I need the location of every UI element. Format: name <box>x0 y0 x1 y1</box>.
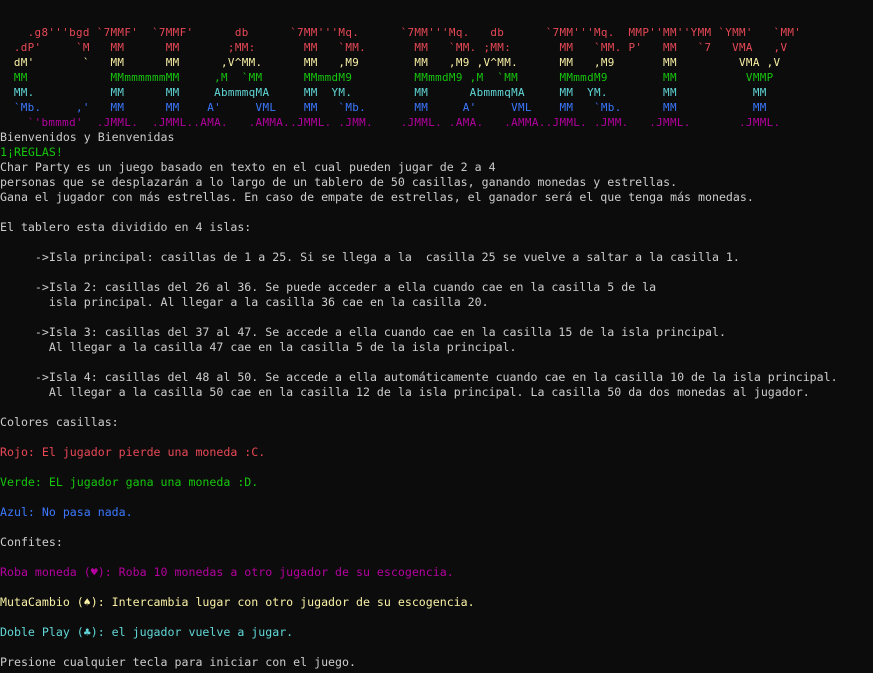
banner-line: `'bmmmd' .JMML. .JMML..AMA. .AMMA..JMML.… <box>0 116 781 129</box>
board-intro: El tablero esta dividido en 4 islas: <box>0 220 252 234</box>
rules-heading: 1¡REGLAS! <box>0 145 63 159</box>
island-line: ->Isla 2: casillas del 26 al 36. Se pued… <box>0 280 657 294</box>
colors-heading: Colores casillas: <box>0 415 119 429</box>
confites-heading: Confites: <box>0 535 63 549</box>
welcome-text: Bienvenidos y Bienvenidas <box>0 130 175 144</box>
tile-color-red: Rojo: El jugador pierde una moneda :C. <box>0 445 266 459</box>
banner-line: dM' ` MM MM ,V^MM. MM ,M9 MM ,M9 ,V^MM. … <box>0 56 781 69</box>
island-line: ->Isla 4: casillas del 48 al 50. Se acce… <box>0 370 838 384</box>
island-line: ->Isla principal: casillas de 1 a 25. Si… <box>0 250 740 264</box>
tile-color-blue: Azul: No pasa nada. <box>0 505 133 519</box>
island-line: ->Isla 3: casillas del 37 al 47. Se acce… <box>0 325 726 339</box>
intro-line: Char Party es un juego basado en texto e… <box>0 160 496 174</box>
island-line: Al llegar a la casilla 50 cae en la casi… <box>0 385 810 399</box>
intro-line: personas que se desplazarán a lo largo d… <box>0 175 678 189</box>
island-line: Al llegar a la casilla 47 cae en la casi… <box>0 340 517 354</box>
confite-roba-moneda: Roba moneda (♥): Roba 10 monedas a otro … <box>0 565 454 579</box>
start-prompt: Presione cualquier tecla para iniciar co… <box>0 655 356 669</box>
banner-line: `Mb. ,' MM MM A' VML MM `Mb. MM A' VML M… <box>0 101 767 114</box>
confite-mutacambio: MutaCambio (♠): Intercambia lugar con ot… <box>0 595 475 609</box>
console-window[interactable]: .g8'''bgd `7MMF' `7MMF' db `7MM'''Mq. `7… <box>0 0 873 673</box>
banner-line: MM. MM MM AbmmmqMA MM YM. MM AbmmmqMA MM… <box>0 86 767 99</box>
banner-line: MM MMmmmmmmMM ,M `MM MMmmdM9 MMmmdM9 ,M … <box>0 71 774 84</box>
confite-doble-play: Doble Play (♣): el jugador vuelve a juga… <box>0 625 294 639</box>
intro-line: Gana el jugador con más estrellas. En ca… <box>0 190 754 204</box>
banner-line: .g8'''bgd `7MMF' `7MMF' db `7MM'''Mq. `7… <box>0 26 802 39</box>
banner-line: .dP' `M MM MM ;MM: MM `MM. MM `MM. ;MM: … <box>0 41 788 54</box>
island-line: isla principal. Al llegar a la casilla 3… <box>0 295 489 309</box>
tile-color-green: Verde: EL jugador gana una moneda :D. <box>0 475 259 489</box>
